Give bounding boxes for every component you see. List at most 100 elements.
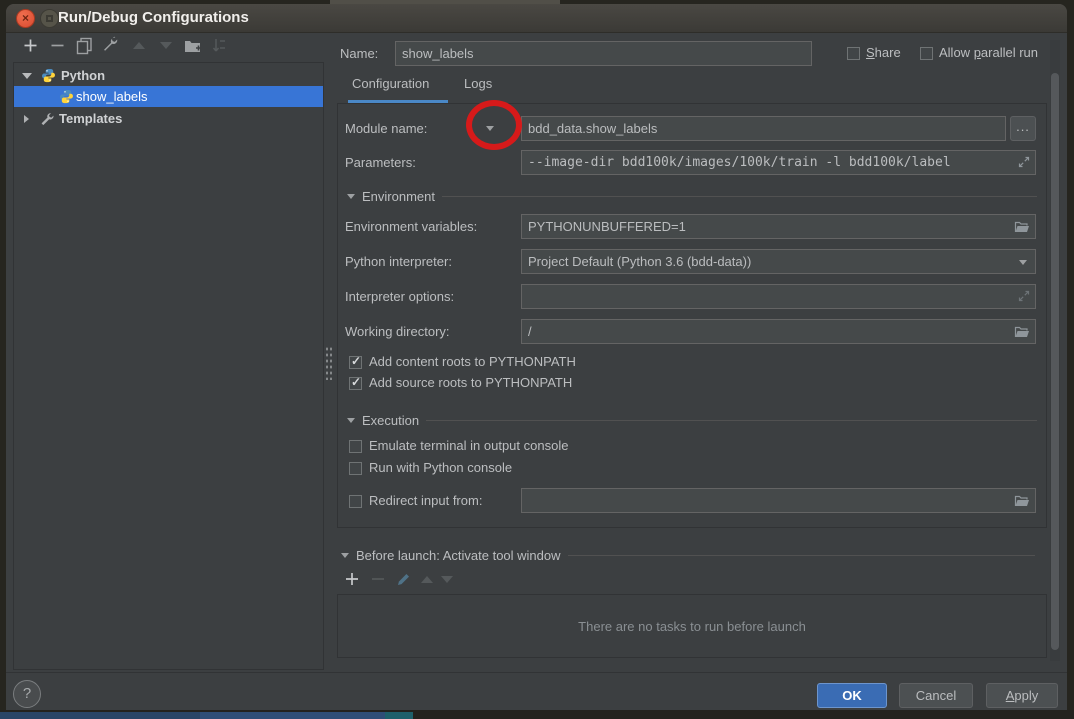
environment-variables-input[interactable]: PYTHONUNBUFFERED=1: [521, 214, 1036, 239]
module-name-input[interactable]: bdd_data.show_labels: [521, 116, 1006, 141]
share-checkbox[interactable]: [847, 46, 860, 60]
redirect-input-field[interactable]: [521, 488, 1036, 513]
move-task-up-icon: [421, 575, 433, 583]
dialog-title: Run/Debug Configurations: [58, 9, 249, 26]
remove-configuration-icon[interactable]: [47, 35, 68, 56]
configurations-tree: Python show_labels Templates: [13, 62, 324, 670]
add-content-roots-checkbox[interactable]: [349, 354, 362, 369]
section-collapse-icon[interactable]: [341, 553, 349, 558]
tree-item-label: Templates: [59, 111, 123, 126]
edit-defaults-wrench-icon[interactable]: [101, 35, 122, 56]
tree-item-show-labels-selected[interactable]: show_labels: [14, 86, 323, 107]
apply-label-rest: pply: [1014, 688, 1039, 703]
ok-button[interactable]: OK: [817, 683, 887, 708]
interpreter-options-input[interactable]: [521, 284, 1036, 309]
execution-section-header[interactable]: Execution: [347, 413, 1037, 428]
move-up-icon: [128, 35, 149, 56]
redirect-input-row[interactable]: Redirect input from:: [349, 494, 482, 508]
folder-icon[interactable]: [1014, 325, 1030, 339]
environment-variables-value: PYTHONUNBUFFERED=1: [528, 219, 686, 234]
section-title: Environment: [362, 189, 435, 204]
combobox-dropdown-icon[interactable]: [1019, 260, 1027, 265]
apply-button[interactable]: Apply: [986, 683, 1058, 708]
tree-item-label: show_labels: [76, 89, 148, 104]
share-label: Share: [866, 45, 901, 60]
add-configuration-icon[interactable]: [20, 35, 41, 56]
background-selection-fragment: [200, 712, 385, 719]
tree-item-label: Python: [61, 68, 106, 83]
tree-item-templates-group[interactable]: Templates: [14, 108, 323, 129]
new-folder-icon[interactable]: [182, 35, 203, 56]
emulate-terminal-checkbox[interactable]: [349, 439, 362, 453]
python-icon: [42, 68, 55, 83]
module-name-label: Module name:: [345, 121, 428, 136]
move-down-icon: [155, 35, 176, 56]
python-icon: [60, 89, 73, 104]
redirect-input-label: Redirect input from:: [369, 493, 483, 508]
interpreter-options-label: Interpreter options:: [345, 289, 455, 304]
before-launch-toolbar: [343, 570, 453, 588]
maximize-icon: [46, 15, 53, 22]
sort-alphabetically-icon: [212, 39, 225, 52]
annotation-red-circle: [466, 100, 522, 150]
tab-configuration[interactable]: Configuration: [352, 76, 429, 100]
add-task-icon[interactable]: [343, 570, 361, 588]
emulate-terminal-row[interactable]: Emulate terminal in output console: [349, 439, 568, 453]
parameters-label: Parameters:: [345, 155, 416, 170]
section-collapse-icon[interactable]: [347, 418, 355, 423]
run-debug-configurations-dialog: × Run/Debug Configurations Python show_l…: [6, 4, 1067, 710]
working-directory-input[interactable]: /: [521, 319, 1036, 344]
tree-expanded-icon[interactable]: [22, 72, 32, 79]
close-icon: ×: [21, 11, 29, 25]
folder-icon[interactable]: [1014, 220, 1030, 234]
close-window-button[interactable]: ×: [16, 9, 35, 28]
configurations-toolbar: [20, 35, 230, 56]
working-directory-label: Working directory:: [345, 324, 450, 339]
cancel-button[interactable]: Cancel: [899, 683, 973, 708]
parameters-value: --image-dir bdd100k/images/100k/train -l…: [528, 155, 951, 170]
tree-collapsed-icon[interactable]: [24, 114, 29, 123]
before-launch-section-header[interactable]: Before launch: Activate tool window: [341, 548, 1035, 563]
footer-divider: [6, 672, 1067, 673]
background-selection-fragment: [385, 712, 413, 719]
empty-task-list-text: There are no tasks to run before launch: [578, 618, 806, 634]
move-task-down-icon: [441, 575, 453, 583]
before-launch-title: Before launch: Activate tool window: [356, 548, 561, 563]
before-launch-task-list: There are no tasks to run before launch: [337, 594, 1047, 658]
run-with-python-console-checkbox[interactable]: [349, 461, 362, 475]
run-with-python-console-label: Run with Python console: [369, 460, 513, 475]
environment-section-header[interactable]: Environment: [347, 189, 1037, 204]
run-with-python-console-row[interactable]: Run with Python console: [349, 461, 512, 475]
expand-field-icon[interactable]: [1018, 290, 1030, 302]
share-checkbox-row[interactable]: Share: [847, 46, 901, 60]
add-content-roots-label: Add content roots to PYTHONPATH: [369, 354, 576, 369]
maximize-window-button[interactable]: [40, 9, 59, 28]
background-selection-fragment: [0, 712, 200, 719]
remove-task-icon: [372, 578, 384, 580]
name-input[interactable]: show_labels: [395, 41, 812, 66]
emulate-terminal-label: Emulate terminal in output console: [369, 438, 569, 453]
add-source-roots-checkbox[interactable]: [349, 375, 362, 390]
folder-icon[interactable]: [1014, 494, 1030, 508]
section-divider: [426, 420, 1037, 421]
python-interpreter-combobox[interactable]: Project Default (Python 3.6 (bdd-data)): [521, 249, 1036, 274]
panel-splitter[interactable]: [325, 346, 332, 380]
section-divider: [567, 555, 1035, 556]
add-content-roots-row[interactable]: Add content roots to PYTHONPATH: [349, 354, 576, 369]
section-title: Execution: [362, 413, 420, 428]
add-source-roots-row[interactable]: Add source roots to PYTHONPATH: [349, 375, 572, 390]
title-bar[interactable]: × Run/Debug Configurations: [6, 4, 1067, 33]
vertical-scrollbar-thumb[interactable]: [1051, 73, 1059, 650]
redirect-input-checkbox[interactable]: [349, 494, 362, 508]
tree-item-python-group[interactable]: Python: [14, 65, 323, 86]
allow-parallel-run-checkbox-row[interactable]: Allow parallel run: [920, 46, 1038, 60]
parameters-input[interactable]: --image-dir bdd100k/images/100k/train -l…: [521, 150, 1036, 175]
edit-task-pencil-icon: [398, 574, 409, 585]
help-button[interactable]: ?: [13, 680, 41, 708]
expand-field-icon[interactable]: [1018, 156, 1030, 168]
section-collapse-icon[interactable]: [347, 194, 355, 199]
module-browse-button[interactable]: ...: [1010, 116, 1036, 141]
allow-parallel-run-checkbox[interactable]: [920, 46, 933, 60]
copy-configuration-icon[interactable]: [74, 35, 95, 56]
tab-logs[interactable]: Logs: [464, 76, 492, 100]
